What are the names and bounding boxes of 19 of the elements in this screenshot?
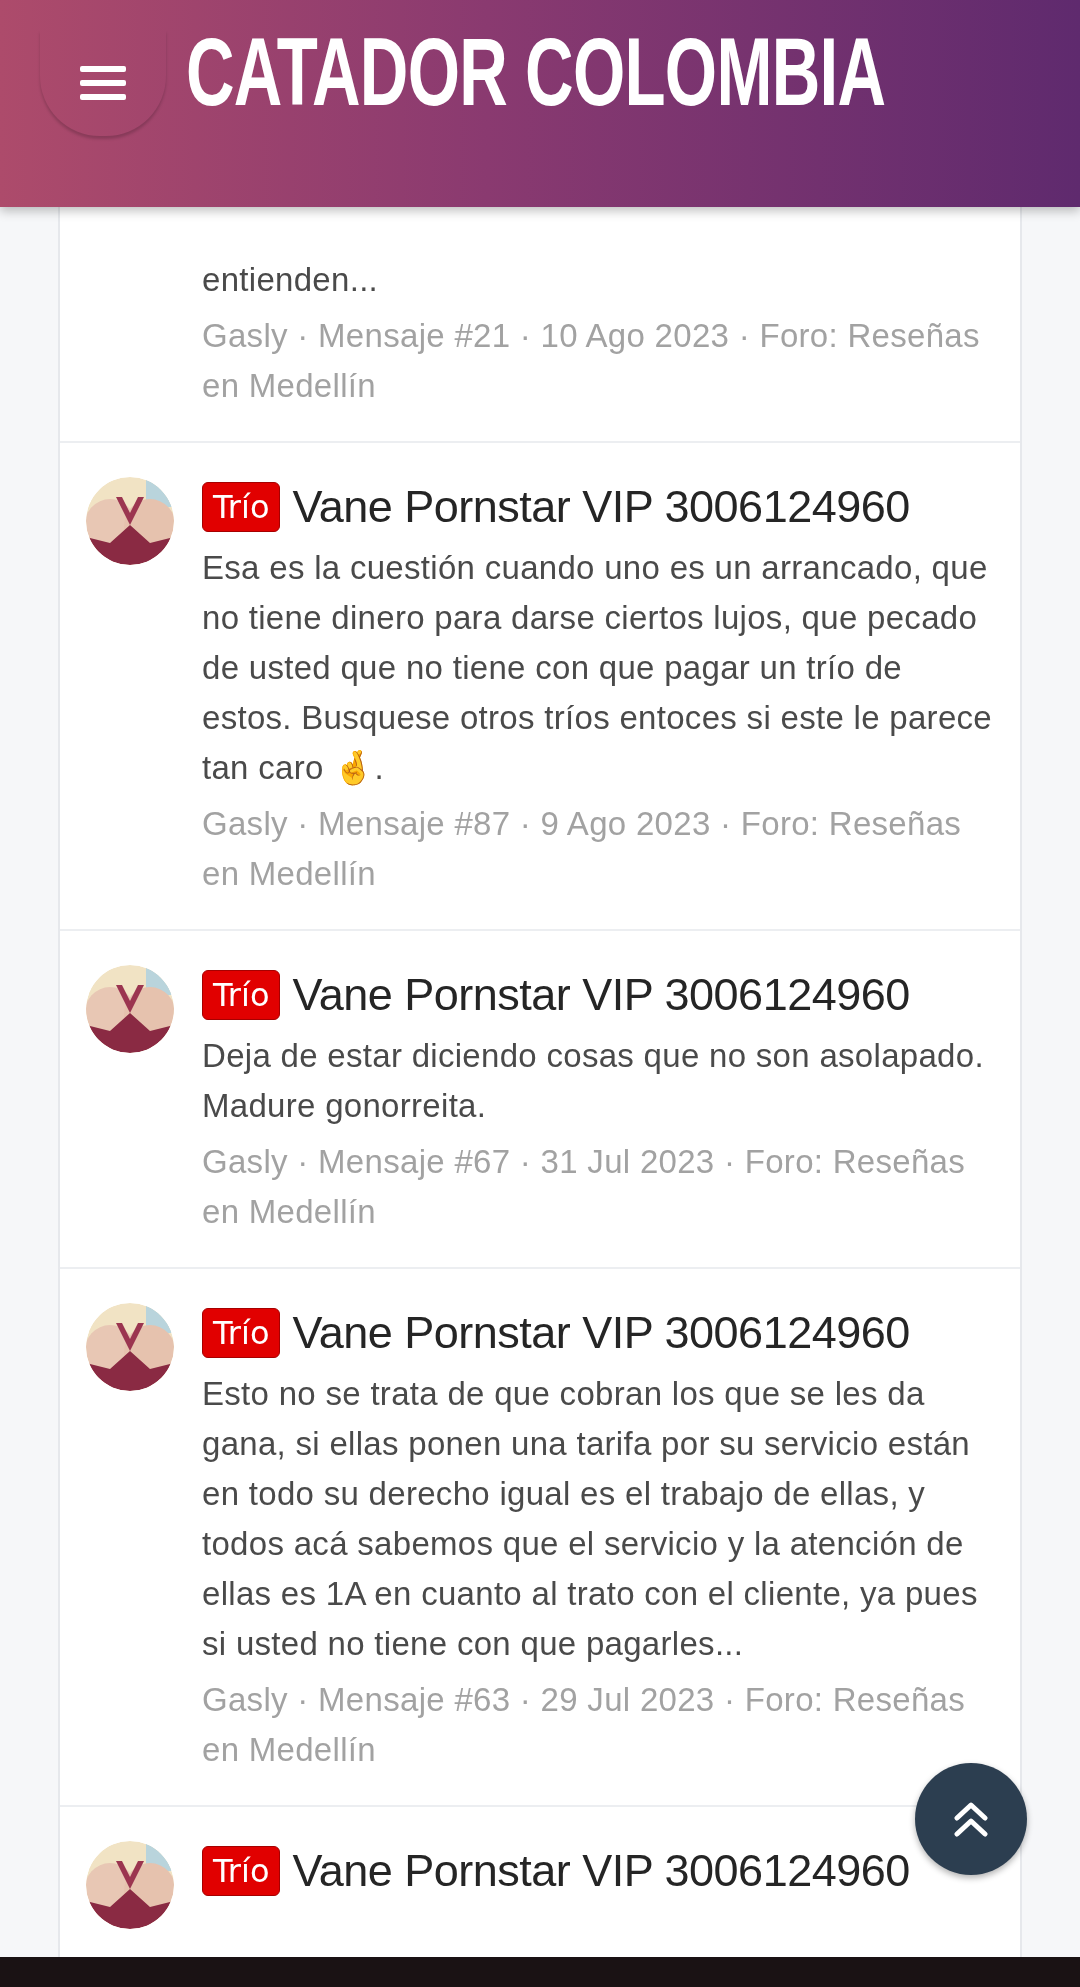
tag-label: Trío	[202, 1308, 281, 1358]
post-snippet: Deja de estar diciendo cosas que no son asolapado. Madure gonorreita.	[202, 1036, 985, 1126]
thread-title[interactable]: Vane Pornstar VIP 3006124960	[292, 1845, 910, 1897]
post-meta: Gasly · Mensaje #21 · 10 Ago 2023 · Foro: Reseñas en Medellín	[202, 316, 981, 406]
thread-title[interactable]: Vane Pornstar VIP 3006124960	[292, 1307, 910, 1359]
menu-icon	[80, 64, 126, 102]
post-snippet: entienden...	[202, 260, 380, 300]
post-snippet: Esto no se trata de que cobran los que se les da gana, si ellas ponen una tarifa por su servicio están en todo su derecho igual es el trabajo de ellas, y todos acá sabemos que el servicio y la atención de ellas es 1A en cuanto al trato con el cliente, ya pues si usted no tiene con que pagarles...	[202, 1374, 979, 1664]
thread-title[interactable]: Vane Pornstar VIP 3006124960	[292, 969, 910, 1021]
post-meta: Gasly · Mensaje #67 · 31 Jul 2023 · Foro: Reseñas en Medellín	[202, 1142, 967, 1232]
thread-title[interactable]: Vane Pornstar VIP 3006124960	[292, 481, 910, 533]
tag-label: Trío	[202, 482, 281, 532]
post-meta: Gasly · Mensaje #63 · 29 Jul 2023 · Foro: Reseñas en Medellín	[202, 1680, 967, 1770]
post-snippet: Esa es la cuestión cuando uno es un arrancado, que no tiene dinero para darse ciertos lujos, que pecado de usted que no tiene con que pagar un trío de estos. Busquese otros tríos entoces si este le parece tan caro 🤞.	[202, 548, 992, 788]
post-meta: Gasly · Mensaje #87 · 9 Ago 2023 · Foro: Reseñas en Medellín	[202, 804, 963, 894]
site-logo[interactable]: CATADOR COLOMBIA	[186, 22, 886, 122]
tag-label: Trío	[202, 1846, 281, 1896]
double-chevron-up-icon	[954, 1800, 988, 1838]
tag-label: Trío	[202, 970, 281, 1020]
